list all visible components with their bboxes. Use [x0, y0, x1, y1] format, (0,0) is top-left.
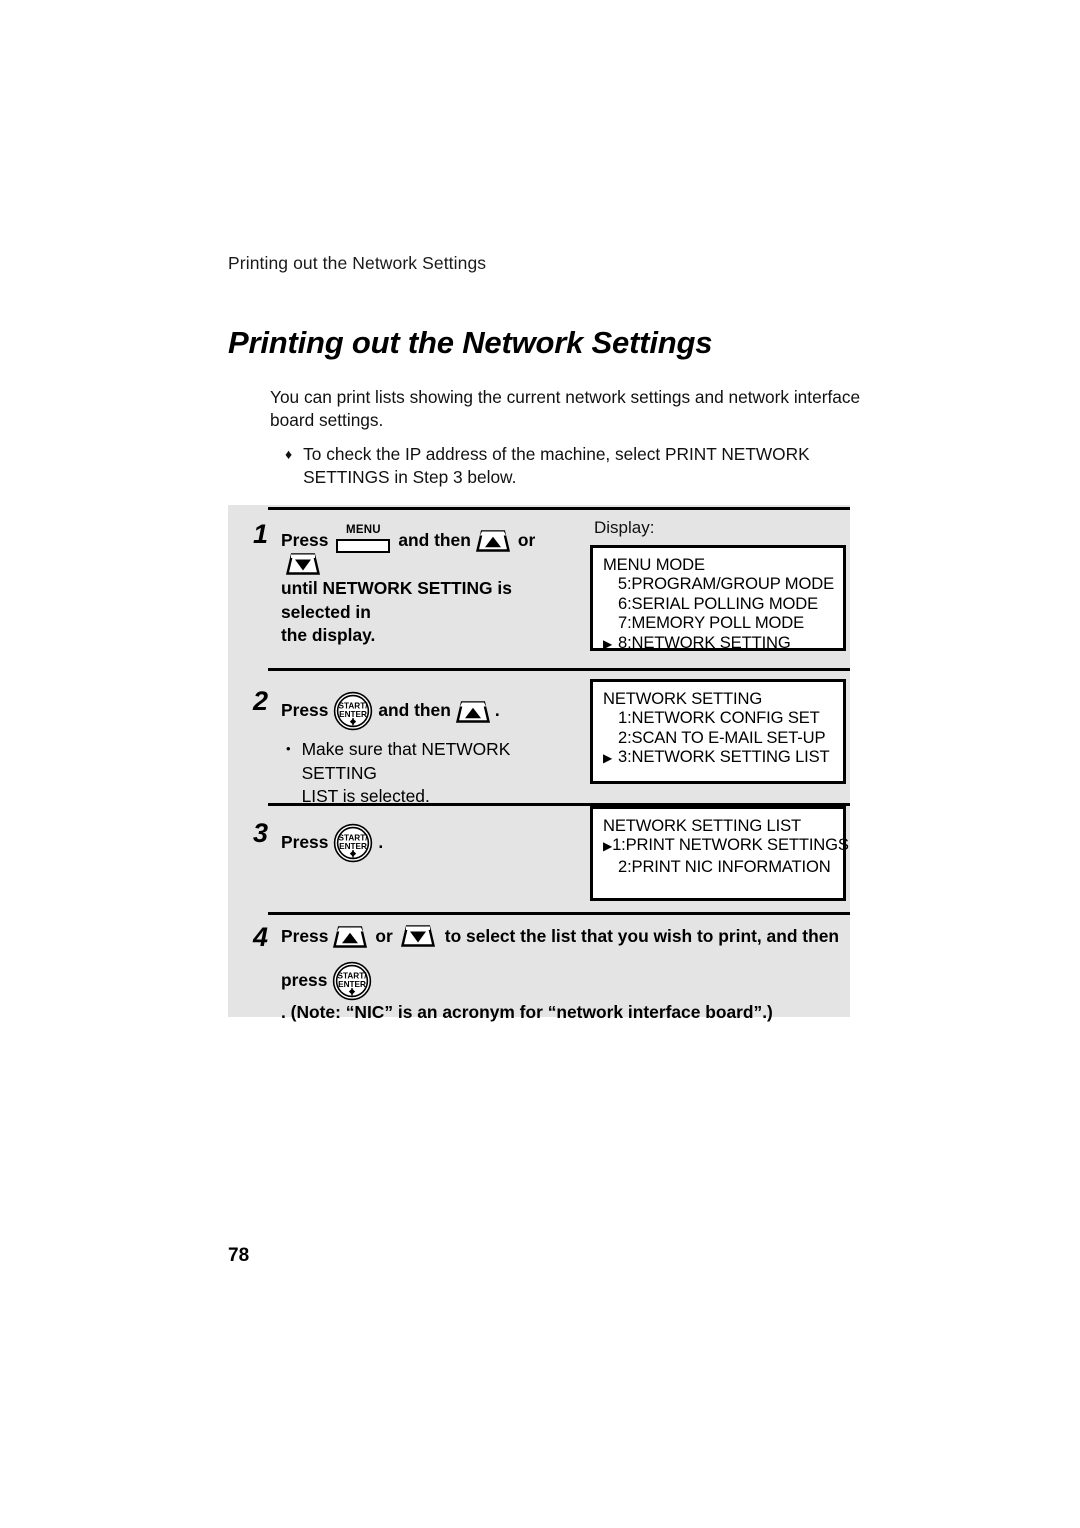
menu-button-label: MENU — [346, 524, 381, 536]
step-3-press-label: Press — [281, 832, 329, 853]
diamond-bullet-icon: ♦ — [285, 446, 293, 462]
down-arrow-button[interactable] — [400, 925, 435, 948]
svg-text:ENTER: ENTER — [340, 710, 368, 719]
start-enter-button[interactable]: START/ ENTER — [333, 691, 373, 731]
step-1-line-2: until NETWORK SETTING is selected in — [281, 578, 512, 622]
step-2-press-label: Press — [281, 700, 329, 721]
step-4-tail-label: to select the list that you wish to prin… — [444, 926, 840, 946]
intro-bullet-text: To check the IP address of the machine, … — [303, 444, 810, 487]
lcd-line-text: 2:PRINT NIC INFORMATION — [618, 856, 831, 876]
start-enter-button[interactable]: START/ ENTER — [332, 961, 372, 1001]
lcd-line-text: 5:PROGRAM/GROUP MODE — [617, 574, 834, 594]
page-number: 78 — [228, 1245, 250, 1266]
step-2-note-line-2: LIST is selected. — [301, 786, 430, 806]
lcd-line: NETWORK SETTING LIST — [603, 816, 834, 835]
step-1-number: 1 — [253, 519, 269, 549]
step-4-text: Press or to select the list that you wis… — [281, 925, 846, 1024]
lcd-line: ▶ 8:NETWORK SETTING — [603, 633, 834, 654]
lcd-line: ▶ 3:NETWORK SETTING LIST — [603, 747, 834, 768]
step-2-note: • Make sure that NETWORK SETTING LIST is… — [286, 738, 581, 809]
divider-rule-1 — [268, 507, 850, 510]
up-arrow-icon — [475, 530, 510, 552]
lcd-line: 2:SCAN TO E-MAIL SET-UP — [603, 728, 834, 747]
menu-button[interactable]: MENU — [336, 524, 391, 553]
step-4-press-label: Press — [281, 926, 329, 946]
up-arrow-button[interactable] — [475, 529, 510, 552]
step-4-note-label: . (Note: “NIC” is an acronym for “networ… — [281, 1001, 773, 1022]
lcd-line-text: 3:NETWORK SETTING LIST — [618, 747, 830, 767]
step-1-and-then-label: and then — [398, 529, 471, 550]
svg-text:ENTER: ENTER — [339, 980, 367, 989]
intro-bullet: ♦ To check the IP address of the machine… — [285, 443, 875, 489]
up-arrow-icon — [455, 700, 490, 723]
down-arrow-icon — [286, 553, 320, 575]
intro-paragraph: You can print lists showing the current … — [270, 387, 861, 430]
step-4-or-label: or — [375, 926, 393, 946]
running-header: Printing out the Network Settings — [228, 253, 487, 273]
up-arrow-button[interactable] — [455, 700, 490, 723]
lcd-line: 7:MEMORY POLL MODE — [603, 613, 834, 632]
step-1-text: Press MENU and then or until NETWORK SET… — [281, 524, 581, 648]
lcd-line-text: 8:NETWORK SETTING — [618, 632, 791, 652]
lcd-line-text: 1:PRINT NETWORK SETTINGS — [612, 835, 849, 855]
step-1-press-label: Press — [281, 529, 329, 550]
step-4-press-label-2: press — [281, 969, 328, 990]
svg-text:ENTER: ENTER — [340, 842, 368, 851]
lcd-line-text: 7:MEMORY POLL MODE — [618, 613, 805, 633]
down-arrow-button[interactable] — [286, 553, 320, 576]
lcd-line-text: 2:SCAN TO E-MAIL SET-UP — [618, 727, 826, 747]
step-2-number: 2 — [253, 686, 269, 716]
up-arrow-button[interactable] — [333, 925, 368, 948]
display-caption: Display: — [594, 518, 655, 537]
step-3-number: 3 — [253, 818, 269, 848]
lcd-line-text: NETWORK SETTING — [603, 689, 763, 708]
lcd-line-text: NETWORK SETTING LIST — [603, 816, 801, 835]
start-enter-icon: START/ ENTER — [334, 823, 373, 863]
step-1-line-3: the display. — [281, 625, 376, 645]
lcd-line: 5:PROGRAM/GROUP MODE — [603, 574, 834, 593]
step-3-text: Press START/ ENTER . — [281, 823, 581, 863]
selection-arrow-icon: ▶ — [603, 751, 613, 766]
step-3-period: . — [378, 832, 384, 853]
lcd-line: 1:NETWORK CONFIG SET — [603, 708, 834, 727]
start-enter-button[interactable]: START/ ENTER — [333, 823, 373, 863]
menu-mode-screen: MENU MODE 5:PROGRAM/GROUP MODE 6:SERIAL PO… — [590, 545, 846, 654]
lcd-line: ▶ 1:PRINT NETWORK SETTINGS — [603, 835, 849, 856]
step-2-period: . — [494, 700, 500, 721]
lcd-line-text: 6:SERIAL POLLING MODE — [618, 593, 819, 613]
start-enter-icon: START/ ENTER — [333, 961, 372, 1000]
step-2-and-then-label: and then — [378, 700, 451, 721]
lcd-line: 2:PRINT NIC INFORMATION — [603, 857, 834, 876]
page-title: Printing out the Network Settings — [228, 325, 713, 360]
lcd-line: 6:SERIAL POLLING MODE — [603, 594, 834, 613]
down-arrow-icon — [400, 925, 435, 947]
up-arrow-icon — [333, 926, 368, 948]
selection-arrow-icon: ▶ — [603, 839, 613, 854]
step-2-text: Press START/ ENTER and then . — [281, 691, 581, 731]
lcd-line-text: 1:NETWORK CONFIG SET — [618, 708, 820, 728]
note-bullet-icon: • — [286, 741, 291, 756]
network-setting-screen: NETWORK SETTING 1:NETWORK CONFIG SET 2:SCA… — [590, 679, 846, 784]
step-1-or-label: or — [517, 529, 536, 550]
network-setting-list-screen: NETWORK SETTING LIST ▶ 1:PRINT NETWORK SET… — [590, 806, 849, 901]
step-4-number: 4 — [253, 922, 269, 952]
divider-rule-2 — [268, 668, 850, 671]
step-2-note-line-1: Make sure that NETWORK SETTING — [301, 739, 511, 783]
start-enter-icon: START/ ENTER — [334, 691, 373, 731]
lcd-line: MENU MODE — [603, 555, 834, 574]
menu-button-keycap — [336, 539, 391, 553]
lcd-line: NETWORK SETTING — [603, 689, 834, 708]
divider-rule-4 — [268, 912, 850, 915]
selection-arrow-icon: ▶ — [603, 636, 613, 651]
lcd-line-text: MENU MODE — [603, 555, 705, 574]
